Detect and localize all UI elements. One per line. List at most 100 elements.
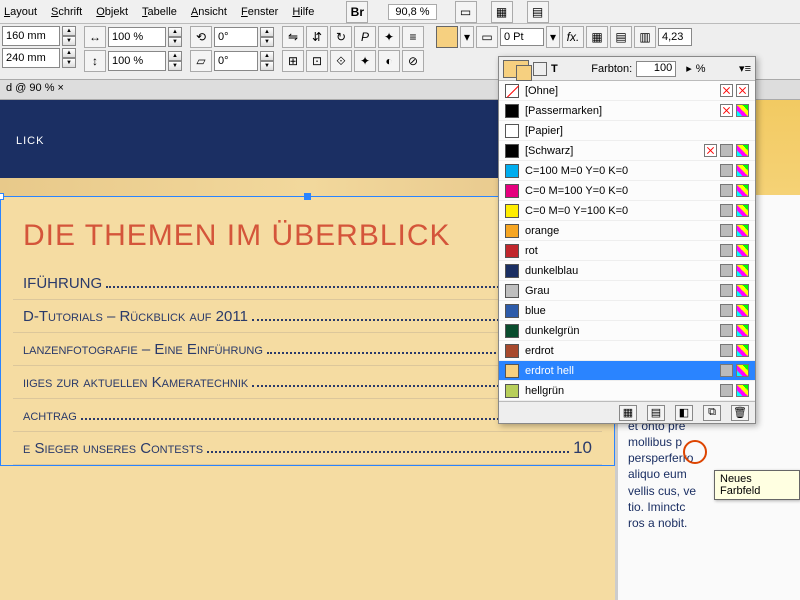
swatch-row[interactable]: hellgrün <box>499 381 755 401</box>
swatch-chip-icon <box>505 224 519 238</box>
swatches-panel: T Farbton: 100 ▸ % ▾≡ [Ohne] [Passermarke… <box>498 56 756 424</box>
stroke-icon[interactable]: ▭ <box>476 26 498 48</box>
swatch-chip-icon <box>505 264 519 278</box>
toc-label: D-Tutorials – Rückblick auf 2011 <box>23 308 248 325</box>
fill-dropdown-icon[interactable]: ▾ <box>460 26 474 48</box>
menu-bar: LLayoutayout Schrift Objekt Tabelle Ansi… <box>0 0 800 24</box>
toc-label: achtrag <box>23 407 77 424</box>
swatch-row[interactable]: rot <box>499 241 755 261</box>
tool2-icon[interactable]: ⊡ <box>306 50 328 72</box>
swatch-type-icon <box>736 264 749 277</box>
swatch-type-icon <box>736 344 749 357</box>
swatch-row[interactable]: blue <box>499 301 755 321</box>
swatch-type-icon <box>736 384 749 397</box>
swatch-type-icon <box>720 364 733 377</box>
para-icon[interactable]: P <box>354 26 376 48</box>
arrange-icon[interactable]: ▦ <box>491 1 513 23</box>
rotate-cw-icon[interactable]: ↻ <box>330 26 352 48</box>
fx-icon[interactable]: fx. <box>562 26 584 48</box>
align-icon[interactable]: ≡ <box>402 26 424 48</box>
swatch-type-icon <box>720 344 733 357</box>
swatch-name: [Ohne] <box>525 85 714 97</box>
swatch-name: blue <box>525 305 714 317</box>
swatch-chip-icon <box>505 384 519 398</box>
new-swatch-button[interactable]: ⧉ <box>703 405 721 421</box>
swatch-view-icon[interactable]: ▦ <box>619 405 637 421</box>
bridge-icon[interactable]: Br <box>346 1 368 23</box>
width-spin[interactable]: ▲▼ <box>62 26 76 46</box>
swatch-chip-icon <box>505 324 519 338</box>
swatch-row[interactable]: C=0 M=0 Y=100 K=0 <box>499 201 755 221</box>
swatch-row[interactable]: Grau <box>499 281 755 301</box>
menu-layout[interactable]: LLayoutayout <box>4 6 37 18</box>
swatch-row[interactable]: dunkelgrün <box>499 321 755 341</box>
swatch-row[interactable]: dunkelblau <box>499 261 755 281</box>
container-icon[interactable] <box>533 62 547 76</box>
screenmode-icon[interactable]: ▭ <box>455 1 477 23</box>
swatch-name: hellgrün <box>525 385 714 397</box>
toc-label: IFÜHRUNG <box>23 275 102 292</box>
stroke-dd-icon[interactable]: ▾ <box>546 26 560 48</box>
rotate-field[interactable]: 0° <box>214 27 258 47</box>
swatch-row[interactable]: [Papier] <box>499 121 755 141</box>
swatch-row[interactable]: C=0 M=100 Y=0 K=0 <box>499 181 755 201</box>
tool1-icon[interactable]: ⊞ <box>282 50 304 72</box>
shear-field[interactable]: 0° <box>214 51 258 71</box>
width-field[interactable]: 160 mm <box>2 26 60 46</box>
swatches-header: T Farbton: 100 ▸ % ▾≡ <box>499 57 755 81</box>
swatch-name: [Passermarken] <box>525 105 714 117</box>
panel-menu-icon[interactable]: ▾≡ <box>739 62 751 75</box>
scaley-field[interactable]: 100 % <box>108 51 166 71</box>
menu-ansicht[interactable]: Ansicht <box>191 6 227 18</box>
flip-v-icon[interactable]: ⇵ <box>306 26 328 48</box>
swatch-row[interactable]: erdrot <box>499 341 755 361</box>
swatch-type-icon <box>736 224 749 237</box>
scalex-field[interactable]: 100 % <box>108 27 166 47</box>
delete-swatch-button[interactable]: 🗑 <box>731 405 749 421</box>
swatch-row[interactable]: orange <box>499 221 755 241</box>
stroke-pt-field[interactable]: 0 Pt <box>500 28 544 46</box>
menu-fenster[interactable]: Fenster <box>241 6 278 18</box>
flip-h-icon[interactable]: ⇋ <box>282 26 304 48</box>
swatch-type-icon <box>736 204 749 217</box>
zoom-field[interactable]: 90,8 % <box>388 4 436 20</box>
panel-fill-swatch[interactable] <box>503 60 529 78</box>
menu-objekt[interactable]: Objekt <box>96 6 128 18</box>
menu-hilfe[interactable]: Hilfe <box>292 6 314 18</box>
fill-swatch[interactable] <box>436 26 458 48</box>
swatch-type-icon <box>720 144 733 157</box>
tool4-icon[interactable]: ✦ <box>354 50 376 72</box>
farbton-field[interactable]: 100 <box>636 61 676 77</box>
wrap2-icon[interactable]: ▤ <box>610 26 632 48</box>
menu-tabelle[interactable]: Tabelle <box>142 6 177 18</box>
tool3-icon[interactable]: ⟐ <box>330 50 352 72</box>
effects-icon[interactable]: ✦ <box>378 26 400 48</box>
swatch-chip-icon <box>505 204 519 218</box>
text-icon[interactable]: T <box>551 63 558 75</box>
swatch-row[interactable]: [Passermarken] <box>499 101 755 121</box>
swatch-row[interactable]: [Schwarz] <box>499 141 755 161</box>
swatch-name: [Papier] <box>525 125 743 137</box>
swatch-grid-icon[interactable]: ▤ <box>647 405 665 421</box>
other-pt-field[interactable]: 4,23 <box>658 28 692 46</box>
swatches-list[interactable]: [Ohne] [Passermarken] [Papier] [Schwarz]C=1… <box>499 81 755 401</box>
swatch-type-icon <box>720 164 733 177</box>
swatch-row[interactable]: C=100 M=0 Y=0 K=0 <box>499 161 755 181</box>
tool5-icon[interactable]: ◐ <box>378 50 400 72</box>
swatch-type-icon <box>736 104 749 117</box>
swatch-row[interactable]: [Ohne] <box>499 81 755 101</box>
header-word: LICK <box>16 135 44 147</box>
height-field[interactable]: 240 mm <box>2 48 60 68</box>
swatch-type-icon <box>720 304 733 317</box>
swatch-row[interactable]: erdrot hell <box>499 361 755 381</box>
swatch-half-icon[interactable]: ◧ <box>675 405 693 421</box>
swatch-type-icon <box>704 144 717 157</box>
menu-schrift[interactable]: Schrift <box>51 6 82 18</box>
swatch-type-icon <box>720 324 733 337</box>
scaley-icon: ↕ <box>84 50 106 72</box>
wrap1-icon[interactable]: ▦ <box>586 26 608 48</box>
tool6-icon[interactable]: ⊘ <box>402 50 424 72</box>
wrap3-icon[interactable]: ▥ <box>634 26 656 48</box>
view-icon[interactable]: ▤ <box>527 1 549 23</box>
height-spin[interactable]: ▲▼ <box>62 48 76 68</box>
